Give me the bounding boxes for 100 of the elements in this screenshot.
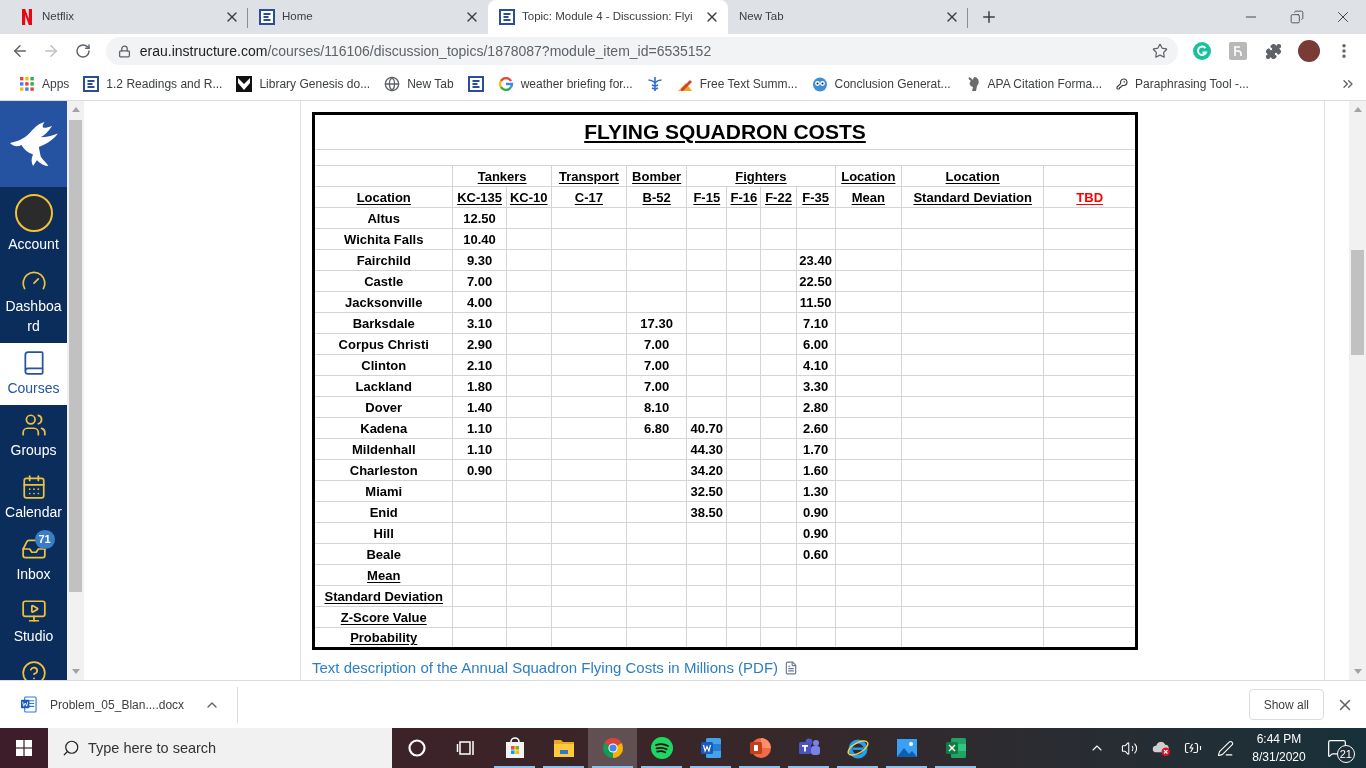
row-header: Mildenhall <box>313 438 453 460</box>
table-cell: 0.90 <box>796 522 836 544</box>
bookmark-item[interactable]: weather briefing for... <box>490 70 640 98</box>
nav-item[interactable]: Studio <box>0 591 67 653</box>
browser-tab[interactable]: Netflix <box>8 0 248 34</box>
row-header: Clinton <box>313 354 453 376</box>
table-cell: 7.00 <box>452 270 507 292</box>
table-cell: 10.40 <box>452 228 507 250</box>
row-header: Fairchild <box>313 249 453 271</box>
show-all-button[interactable]: Show all <box>1248 689 1324 720</box>
pen-icon[interactable] <box>1216 739 1234 757</box>
table-cell: 22.50 <box>796 270 836 292</box>
document-icon[interactable] <box>784 660 799 675</box>
nav-item[interactable]: Account <box>0 187 67 261</box>
nav-item[interactable]: Calendar <box>0 467 67 529</box>
row-header: Kadena <box>313 417 453 439</box>
bookmark-item[interactable]: 1.2 Readings and R... <box>76 70 230 98</box>
scrollbar-thumb[interactable] <box>1351 250 1364 355</box>
row-header: Standard Deviation <box>313 585 453 607</box>
nav-item[interactable]: Groups <box>0 405 67 467</box>
column-header: F-16 <box>726 186 761 208</box>
browser-tab[interactable]: New Tab <box>728 0 968 34</box>
bookmark-item[interactable]: Paraphrasing Tool -... <box>1109 70 1256 98</box>
pdf-link[interactable]: Text description of the Annual Squadron Flying Costs in Millions (PDF) <box>312 659 779 676</box>
ring-logo-icon <box>497 76 514 92</box>
new-tab-icon[interactable] <box>980 8 998 26</box>
row-header: Lackland <box>313 375 453 397</box>
address-bar[interactable]: erau.instructure.com/courses/116106/discussion_topics/1878087?module_item_id=6535152 <box>105 37 1179 65</box>
notch-logo-icon <box>236 76 253 92</box>
browser-tab[interactable]: Home <box>248 0 488 34</box>
table-cell: 7.10 <box>796 312 836 334</box>
clock-date[interactable]: 8/31/2020 <box>1252 748 1306 766</box>
start-icon[interactable] <box>16 740 32 756</box>
row-header: Hill <box>313 522 453 544</box>
help-icon <box>20 660 47 680</box>
row-header: Miami <box>313 480 453 502</box>
wheel-logo-icon <box>600 736 625 760</box>
tile-logo-icon <box>259 9 275 25</box>
mountain-picture-icon <box>894 736 919 760</box>
table-cell: 32.50 <box>686 480 727 502</box>
column-group-header: Bomber <box>626 165 687 187</box>
bookmark-item[interactable]: Apps <box>12 70 77 98</box>
home-logo-button[interactable] <box>0 101 67 187</box>
search-field[interactable]: Type here to search <box>48 728 392 768</box>
ribbon-logo-icon <box>22 9 32 25</box>
table-cell: 1.40 <box>452 396 507 418</box>
reload-icon[interactable] <box>75 43 91 59</box>
row-header: Charleston <box>313 459 453 481</box>
column-header: KC-10 <box>506 186 552 208</box>
notification-count: 21 <box>1336 745 1355 763</box>
row-header: Altus <box>313 207 453 229</box>
table-cell: 3.30 <box>796 375 836 397</box>
column-header: KC-135 <box>452 186 507 208</box>
lock-icon <box>117 44 131 58</box>
speaker-icon[interactable] <box>1120 739 1138 757</box>
people-icon <box>20 412 47 438</box>
bookmark-item[interactable]: Conclusion Generat... <box>804 70 958 98</box>
table-cell: 2.60 <box>796 417 836 439</box>
cloud-error-icon[interactable] <box>1151 739 1171 757</box>
nav-item[interactable]: Dashboard <box>0 261 67 343</box>
column-group-header: Location <box>901 165 1044 187</box>
download-item[interactable]: Problem_05_Blan....docx <box>0 686 185 723</box>
avatar-icon <box>14 194 53 232</box>
row-header: Barksdale <box>313 312 453 334</box>
column-group-header: Transport <box>551 165 627 187</box>
puzzle-icon[interactable] <box>1264 42 1282 60</box>
monitor-play-icon <box>20 598 47 624</box>
bookmark-star-icon[interactable] <box>1152 43 1169 59</box>
column-group-header: Location <box>835 165 902 187</box>
table-cell: 0.90 <box>452 459 507 481</box>
avatar-icon[interactable] <box>1297 40 1320 62</box>
table-cell: 34.20 <box>686 459 727 481</box>
table-cell: 1.70 <box>796 438 836 460</box>
bookmark-item[interactable]: New Tab <box>377 70 461 98</box>
count-badge: 71 <box>34 530 55 549</box>
browser-tab[interactable]: Topic: Module 4 - Discussion: Flyi <box>488 0 728 34</box>
bookmark-item[interactable]: Free Text Summ... <box>669 70 805 98</box>
column-header: B-52 <box>626 186 687 208</box>
key-icon <box>1116 78 1129 90</box>
table-cell: 7.00 <box>626 375 687 397</box>
bookmark-item[interactable]: Library Genesis do... <box>229 70 378 98</box>
table-cell: 17.30 <box>626 312 687 334</box>
nav-item[interactable]: 71 Inbox <box>0 529 67 591</box>
tile-logo-icon <box>499 9 515 25</box>
table-cell: 38.50 <box>686 501 727 523</box>
clock-time[interactable]: 6:44 PM <box>1256 730 1302 748</box>
bookmark-item[interactable]: APA Citation Forma... <box>957 70 1110 98</box>
table-cell: 1.10 <box>452 417 507 439</box>
row-header: Jacksonville <box>313 291 453 313</box>
restore-icon[interactable] <box>1290 10 1304 24</box>
scrollbar-thumb[interactable] <box>69 120 82 592</box>
column-group-header: Tankers <box>452 165 552 187</box>
table-cell: 8.10 <box>626 396 687 418</box>
row-header: Mean <box>313 564 453 586</box>
spreadsheet-tile-icon <box>943 736 968 760</box>
row-header: Dover <box>313 396 453 418</box>
table-cell: 12.50 <box>452 207 507 229</box>
nav-item[interactable]: Courses <box>0 343 67 405</box>
row-header: Enid <box>313 501 453 523</box>
table-cell: 7.00 <box>626 333 687 355</box>
